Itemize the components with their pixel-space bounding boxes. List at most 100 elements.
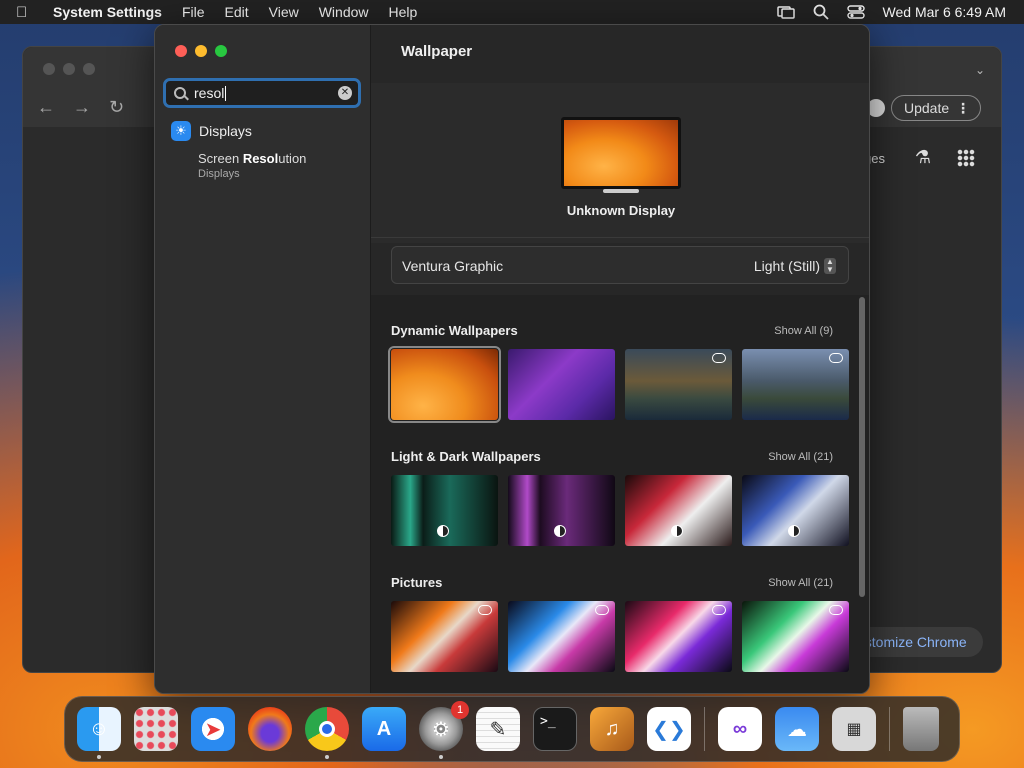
menu-bar:  System Settings File Edit View Window … bbox=[0, 0, 1024, 24]
dynamic-thumbs bbox=[388, 346, 849, 423]
menu-edit[interactable]: Edit bbox=[225, 4, 249, 20]
cloud-download-icon[interactable] bbox=[478, 605, 492, 615]
wallpaper-thumb-macbook-pink[interactable] bbox=[625, 601, 732, 672]
wallpaper-thumb-ventura[interactable] bbox=[388, 346, 501, 423]
chevron-down-icon[interactable]: ⌄ bbox=[975, 63, 985, 77]
menu-window[interactable]: Window bbox=[319, 4, 369, 20]
menu-help[interactable]: Help bbox=[389, 4, 418, 20]
app-store-app-icon[interactable]: A bbox=[362, 707, 406, 751]
wallpaper-thumb-shapes-blue[interactable] bbox=[742, 475, 849, 546]
show-all-light-dark-button[interactable]: Show All (21) bbox=[768, 451, 833, 463]
show-all-dynamic-button[interactable]: Show All (9) bbox=[774, 325, 833, 337]
cloud-download-icon[interactable] bbox=[712, 605, 726, 615]
gallery-scrollbar[interactable] bbox=[859, 297, 865, 597]
update-label: Update bbox=[904, 100, 950, 116]
dock: ☺ ➤ A ⚙ 1 ✎ >_ ♫ ❮❯ ∞ ☁ ▦ bbox=[64, 696, 960, 762]
search-result-screen-resolution[interactable]: Screen Resolution Displays bbox=[198, 151, 306, 180]
terminal-app-icon[interactable]: >_ bbox=[533, 707, 577, 751]
section-light-dark-title: Light & Dark Wallpapers bbox=[391, 449, 541, 464]
menu-app-name[interactable]: System Settings bbox=[53, 4, 162, 20]
result-suffix: ution bbox=[278, 151, 307, 166]
monitor-stand bbox=[603, 189, 639, 193]
result-category-label: Displays bbox=[199, 123, 252, 139]
spotlight-search-icon[interactable] bbox=[813, 4, 829, 20]
system-settings-window: resol ✕ ☀ Displays Screen Resolution Dis… bbox=[154, 24, 870, 694]
weather-app-icon[interactable]: ☁ bbox=[775, 707, 819, 751]
show-all-pictures-button[interactable]: Show All (21) bbox=[768, 577, 833, 589]
search-input[interactable]: resol bbox=[194, 85, 224, 101]
vscode-app-icon[interactable]: ❮❯ bbox=[647, 707, 691, 751]
wallpaper-thumb-shapes-red[interactable] bbox=[625, 475, 732, 546]
wallpaper-thumb-monterey[interactable] bbox=[508, 349, 615, 420]
light-dark-icon bbox=[554, 525, 566, 537]
search-result-category-displays[interactable]: ☀ Displays bbox=[171, 121, 252, 141]
menu-clock[interactable]: Wed Mar 6 6:49 AM bbox=[883, 4, 1006, 20]
control-center-icon[interactable] bbox=[846, 5, 865, 19]
wallpaper-thumb-macbook-green[interactable] bbox=[742, 601, 849, 672]
wallpaper-thumb-catalina-island[interactable] bbox=[742, 349, 849, 420]
chrome-update-button[interactable]: Update ⋮ bbox=[891, 95, 981, 121]
chrome-app-icon[interactable] bbox=[305, 707, 349, 759]
light-dark-icon bbox=[788, 525, 800, 537]
pictures-thumbs bbox=[391, 601, 849, 672]
wallpaper-selector[interactable]: Ventura Graphic Light (Still) ▲ ▼ bbox=[391, 246, 849, 284]
close-window-button[interactable] bbox=[175, 45, 187, 57]
wallpaper-thumb-macbook-orange[interactable] bbox=[391, 601, 498, 672]
back-arrow-icon[interactable]: ← bbox=[37, 97, 55, 118]
window-traffic-lights bbox=[175, 45, 227, 57]
finder-app-icon[interactable]: ☺ bbox=[77, 707, 121, 759]
up-down-chevron-icon[interactable]: ▲ ▼ bbox=[824, 258, 836, 274]
result-prefix: Screen bbox=[198, 151, 243, 166]
apple-menu-icon[interactable]:  bbox=[16, 4, 40, 21]
display-preview-card: Unknown Display bbox=[371, 83, 869, 243]
wallpaper-mode-popup[interactable]: Light (Still) bbox=[754, 258, 820, 274]
result-subtitle: Displays bbox=[198, 168, 240, 180]
page-title: Wallpaper bbox=[401, 43, 473, 60]
cloud-download-icon[interactable] bbox=[595, 605, 609, 615]
more-vert-icon[interactable]: ⋮ bbox=[956, 100, 970, 117]
wallpaper-pane: Wallpaper Unknown Display Ventura Graphi… bbox=[371, 25, 869, 693]
cloud-download-icon[interactable] bbox=[829, 353, 843, 363]
chrome-traffic-lights bbox=[43, 63, 95, 75]
running-indicator bbox=[97, 755, 101, 759]
labs-flask-icon[interactable]: ⚗ bbox=[915, 147, 931, 168]
result-match: Resol bbox=[242, 151, 279, 166]
zoom-window-button[interactable] bbox=[215, 45, 227, 57]
notification-badge: 1 bbox=[451, 701, 469, 719]
calculator-app-icon[interactable]: ▦ bbox=[832, 707, 876, 751]
clear-search-icon[interactable]: ✕ bbox=[338, 86, 352, 100]
display-name: Unknown Display bbox=[566, 203, 676, 218]
wallpaper-gallery: Dynamic Wallpapers Show All (9) Light & … bbox=[371, 295, 869, 693]
minimize-window-button[interactable] bbox=[195, 45, 207, 57]
wallpaper-name: Ventura Graphic bbox=[402, 258, 504, 274]
cloud-download-icon[interactable] bbox=[712, 353, 726, 363]
wallpaper-thumb-catalina[interactable] bbox=[625, 349, 732, 420]
text-cursor bbox=[225, 85, 227, 101]
menu-view[interactable]: View bbox=[269, 4, 299, 20]
garageband-app-icon[interactable]: ♫ bbox=[590, 707, 634, 751]
light-dark-thumbs bbox=[391, 475, 849, 546]
launchpad-app-icon[interactable] bbox=[134, 707, 178, 751]
search-field[interactable]: resol ✕ bbox=[163, 78, 361, 108]
apps-grid-icon[interactable] bbox=[957, 149, 975, 167]
menu-file[interactable]: File bbox=[182, 4, 205, 20]
search-icon bbox=[174, 87, 186, 99]
displays-sun-icon: ☀ bbox=[171, 121, 191, 141]
dock-separator bbox=[889, 707, 890, 751]
cloud-download-icon[interactable] bbox=[829, 605, 843, 615]
trash-icon[interactable] bbox=[903, 707, 939, 751]
reload-icon[interactable]: ↻ bbox=[109, 97, 124, 118]
wallpaper-thumb-macbook-blue[interactable] bbox=[508, 601, 615, 672]
chrome-nav: ← → ↻ bbox=[37, 97, 124, 118]
screen-mirroring-icon[interactable] bbox=[776, 5, 795, 19]
forward-arrow-icon[interactable]: → bbox=[73, 97, 91, 118]
wallpaper-thumb-lines-green[interactable] bbox=[391, 475, 498, 546]
textedit-app-icon[interactable]: ✎ bbox=[476, 707, 520, 751]
visual-studio-app-icon[interactable]: ∞ bbox=[718, 707, 762, 751]
system-settings-app-icon[interactable]: ⚙ 1 bbox=[419, 701, 469, 759]
wallpaper-thumb-lines-purple[interactable] bbox=[508, 475, 615, 546]
monitor-preview[interactable] bbox=[561, 117, 681, 189]
safari-app-icon[interactable]: ➤ bbox=[191, 707, 235, 751]
running-indicator bbox=[325, 755, 329, 759]
firefox-app-icon[interactable] bbox=[248, 707, 292, 751]
